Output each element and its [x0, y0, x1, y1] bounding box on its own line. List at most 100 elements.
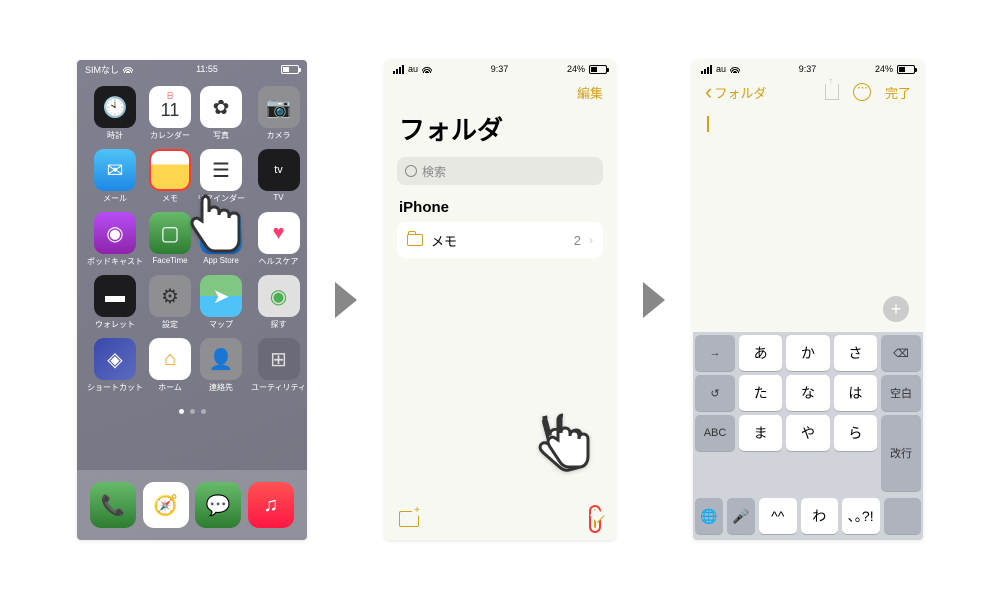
key[interactable]: ま — [739, 415, 782, 451]
key[interactable]: わ — [801, 498, 839, 534]
keyboard: →あかさ⌫ ↺たなは空白 ABCまやら改行 — [693, 332, 923, 494]
app-探す[interactable]: ◉探す — [251, 275, 306, 330]
dock-app[interactable]: 🧭 — [143, 482, 189, 528]
folder-count: 2 — [574, 233, 581, 248]
app-ウォレット[interactable]: ▬ウォレット — [87, 275, 143, 330]
key[interactable]: 空白 — [881, 375, 921, 411]
add-button[interactable]: + — [883, 296, 909, 322]
app-icon: ➤ — [200, 275, 242, 317]
done-button[interactable]: 完了 — [885, 83, 911, 102]
app-label: FaceTime — [152, 256, 187, 265]
app-icon: 👤 — [200, 338, 242, 380]
app-label: メモ — [162, 193, 178, 204]
key[interactable]: あ — [739, 335, 782, 371]
key[interactable]: → — [695, 335, 735, 371]
text-cursor — [707, 116, 709, 132]
app-ヘルスケア[interactable]: ♥ヘルスケア — [251, 212, 306, 267]
search-input[interactable]: 検索 — [397, 157, 603, 185]
key[interactable]: ↺ — [695, 375, 735, 411]
app-icon: ◈ — [94, 338, 136, 380]
key[interactable]: か — [786, 335, 829, 371]
app-設定[interactable]: ⚙ 設定 — [149, 275, 191, 330]
app-リマインダー[interactable]: ☰リマインダー — [197, 149, 245, 204]
app-App Store[interactable]: AApp Store — [197, 212, 245, 267]
arrow-right-icon — [335, 282, 357, 318]
key[interactable]: ABC — [695, 415, 735, 451]
app-grid: 🕙 時計 日11カレンダー✿写真📷カメラ ✉︎メールメモ ☰リマインダーtvTV ◉ポッド… — [77, 78, 307, 401]
compose-button[interactable] — [594, 509, 596, 528]
app-ポッドキャスト[interactable]: ◉ポッドキャスト — [87, 212, 143, 267]
battery-icon — [897, 65, 915, 74]
key[interactable]: 改行 — [881, 415, 921, 491]
homescreen-phone: SIMなし 11:55 🕙 時計 日11カレンダー✿写真📷カメラ ✉︎メールメモ ☰リマ… — [77, 60, 307, 540]
app-label: 時計 — [107, 130, 123, 141]
battery-icon — [281, 65, 299, 74]
more-icon[interactable] — [853, 83, 871, 101]
notes-editor-phone: au 9:37 24% フォルダ 完了 + →あかさ⌫↺たなは空白ABCまやら改… — [693, 60, 923, 540]
key[interactable]: ､｡?! — [842, 498, 880, 534]
page-dots — [77, 401, 307, 422]
app-label: ホーム — [158, 382, 182, 393]
app-ユーティリティ[interactable]: ⊞ユーティリティ — [251, 338, 306, 393]
key[interactable]: ⌫ — [881, 335, 921, 371]
app-icon: ☰ — [200, 149, 242, 191]
arrow-right-icon — [643, 282, 665, 318]
app-label: マップ — [209, 319, 233, 330]
wifi-icon — [123, 63, 133, 75]
new-folder-button[interactable] — [399, 511, 419, 527]
key[interactable]: た — [739, 375, 782, 411]
signal-icon — [393, 65, 404, 74]
app-時計[interactable]: 🕙 時計 — [87, 86, 143, 141]
app-icon: ◉ — [258, 275, 300, 317]
globe-key[interactable]: 🌐 — [695, 498, 723, 534]
app-TV[interactable]: tvTV — [251, 149, 306, 204]
app-label: ショートカット — [87, 382, 143, 393]
share-icon[interactable] — [825, 84, 839, 100]
app-ホーム[interactable]: ⌂ホーム — [149, 338, 191, 393]
mic-key[interactable]: 🎤 — [727, 498, 755, 534]
back-button[interactable]: フォルダ — [705, 83, 766, 102]
key[interactable]: ^^ — [759, 498, 797, 534]
app-FaceTime[interactable]: ▢FaceTime — [149, 212, 191, 267]
chevron-right-icon: › — [589, 233, 593, 247]
app-メモ[interactable]: メモ — [149, 149, 191, 204]
key[interactable]: な — [786, 375, 829, 411]
page-title: フォルダ — [385, 106, 615, 157]
app-icon: ✿ — [200, 86, 242, 128]
key[interactable]: や — [786, 415, 829, 451]
app-icon: 🕙 — [94, 86, 136, 128]
key[interactable] — [884, 498, 922, 534]
keyboard-bottom-row: 🌐 🎤 ^^ わ ､｡?! — [693, 494, 923, 540]
note-editor[interactable]: + — [693, 106, 923, 332]
dock-app[interactable]: 💬 — [195, 482, 241, 528]
key[interactable]: さ — [834, 335, 877, 371]
notes-folders-phone: au 9:37 24% 編集 フォルダ 検索 iPhone メモ 2 › — [385, 60, 615, 540]
dock-app[interactable]: 📞 — [90, 482, 136, 528]
app-連絡先[interactable]: 👤連絡先 — [197, 338, 245, 393]
pointing-hand-icon — [533, 410, 593, 490]
app-カメラ[interactable]: 📷カメラ — [251, 86, 306, 141]
app-label: カレンダー — [150, 130, 190, 141]
app-label: 設定 — [162, 319, 178, 330]
key[interactable]: ら — [834, 415, 877, 451]
folder-row[interactable]: メモ 2 › — [397, 222, 603, 258]
app-icon: ▬ — [94, 275, 136, 317]
app-icon — [149, 149, 191, 191]
key[interactable]: は — [834, 375, 877, 411]
highlight-box — [589, 505, 601, 533]
app-label: カメラ — [267, 130, 291, 141]
app-icon: tv — [258, 149, 300, 191]
battery-label: 24% — [875, 64, 893, 74]
dock-app[interactable]: ♫ — [248, 482, 294, 528]
wifi-icon — [422, 63, 432, 75]
app-メール[interactable]: ✉︎メール — [87, 149, 143, 204]
app-ショートカット[interactable]: ◈ ショートカット — [87, 338, 143, 393]
app-写真[interactable]: ✿写真 — [197, 86, 245, 141]
app-マップ[interactable]: ➤ マップ — [197, 275, 245, 330]
edit-button[interactable]: 編集 — [577, 83, 603, 102]
app-icon: ⚙ — [149, 275, 191, 317]
app-カレンダー[interactable]: 日11カレンダー — [149, 86, 191, 141]
time-label: 9:37 — [491, 64, 509, 74]
status-bar: SIMなし 11:55 — [77, 60, 307, 78]
section-header: iPhone — [385, 199, 615, 222]
